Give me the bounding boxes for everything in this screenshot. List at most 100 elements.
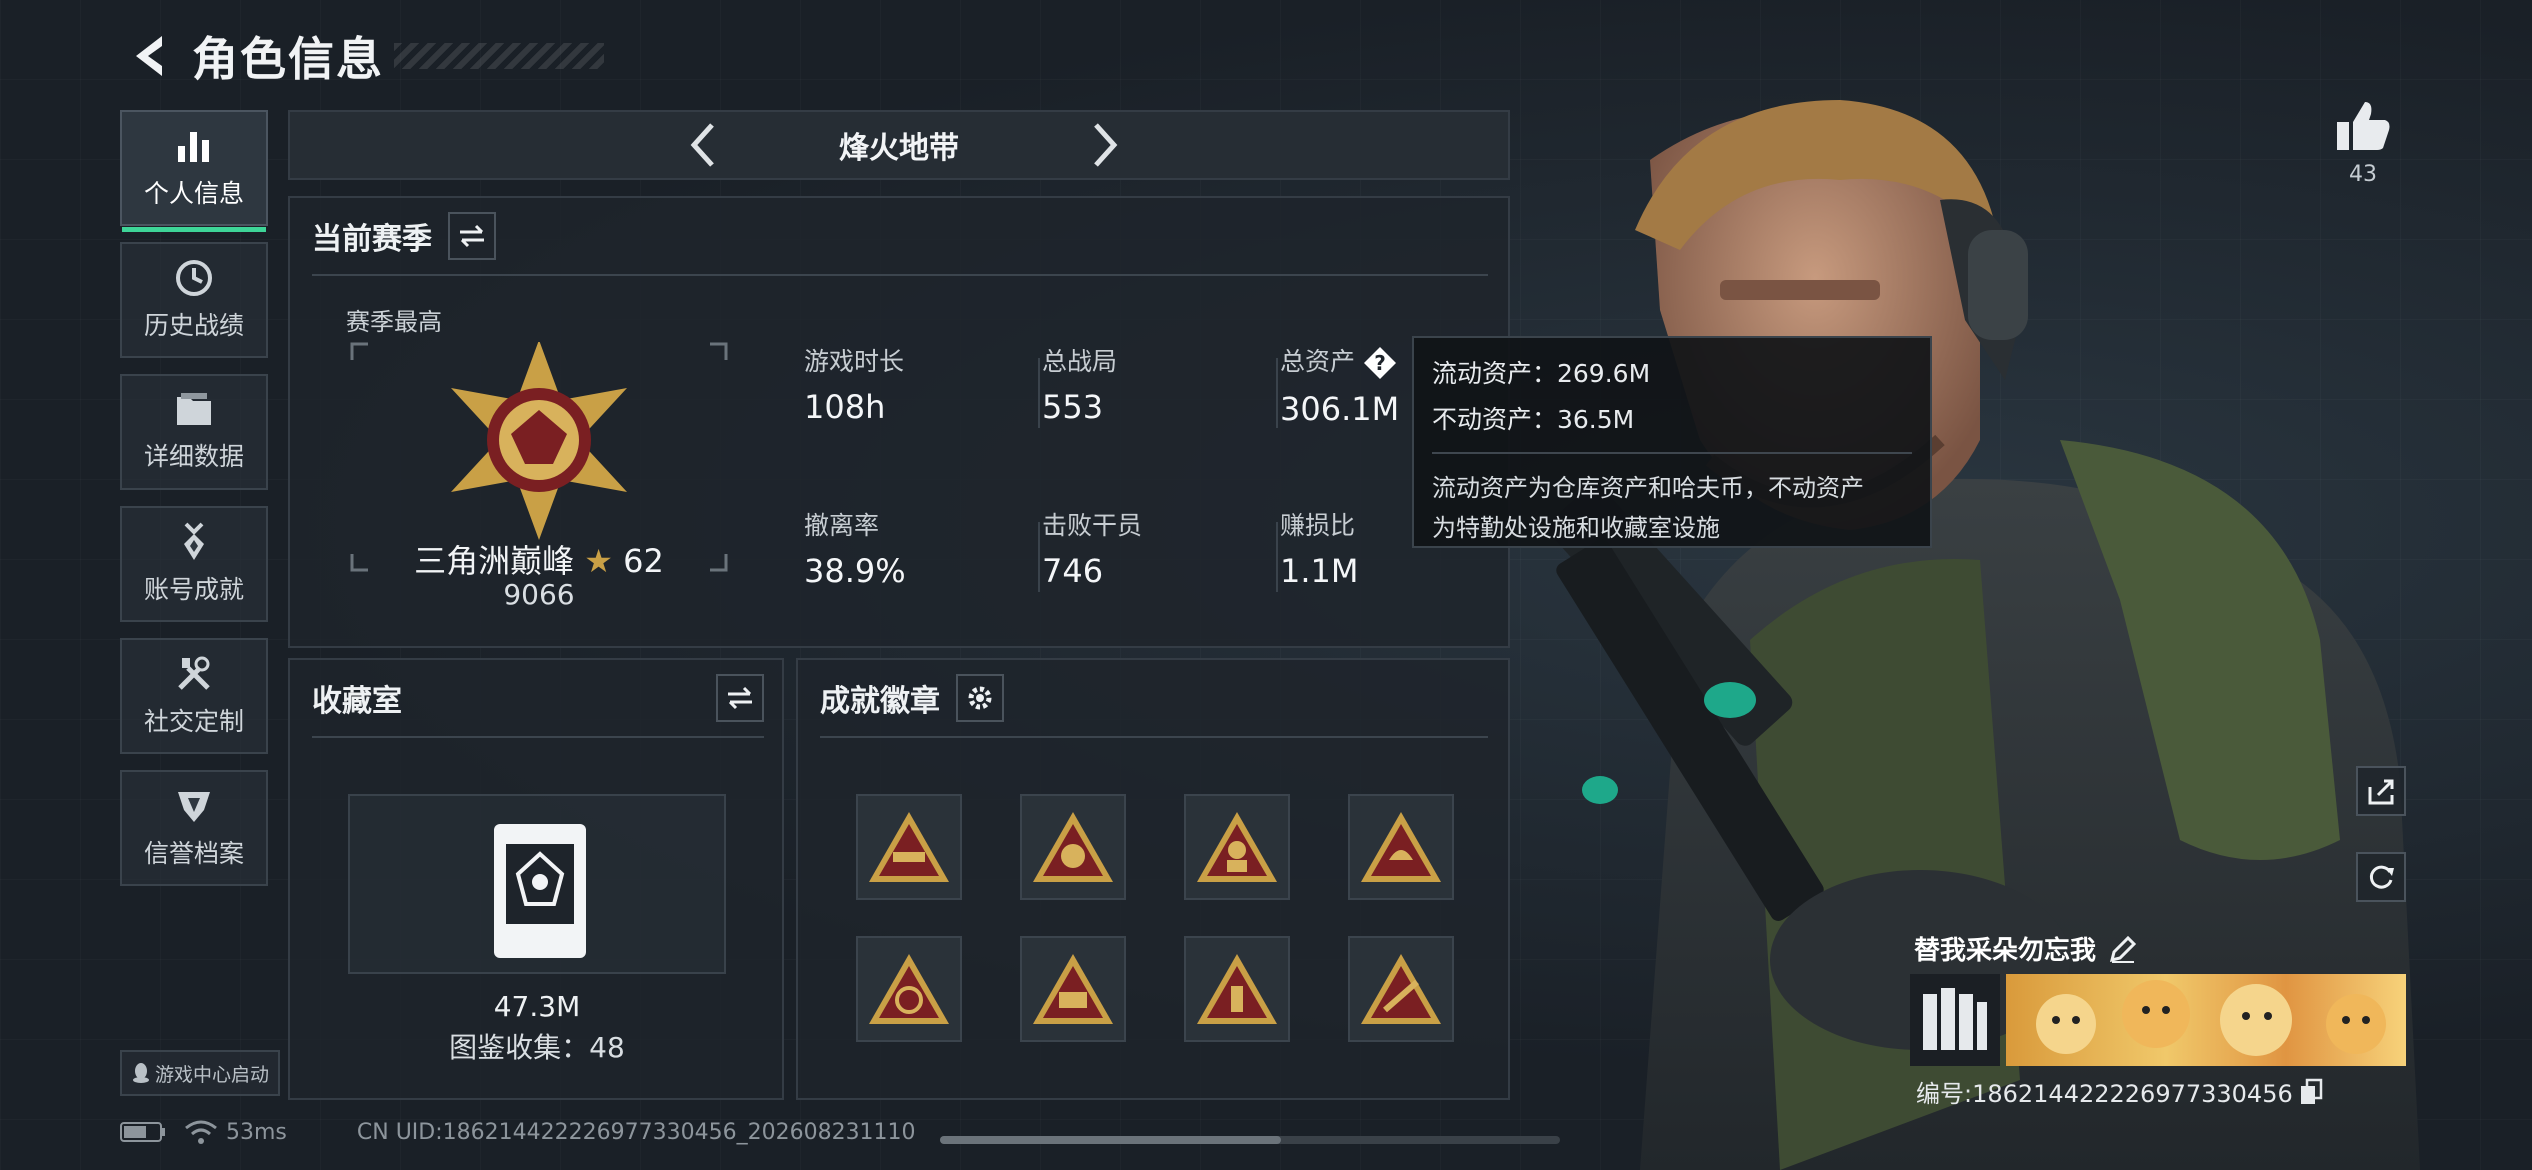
sidebar-item-label: 社交定制	[143, 707, 244, 736]
swap-icon	[460, 224, 484, 248]
badge-tank-icon[interactable]	[1020, 936, 1126, 1042]
sidebar-item-achievements[interactable]: 账号成就	[120, 506, 268, 622]
stat-value: 553	[1042, 388, 1104, 426]
launch-label: 游戏中心启动	[154, 1063, 269, 1086]
refresh-button[interactable]	[2356, 852, 2406, 902]
battery-icon	[120, 1122, 165, 1142]
stat-label: 撤离率	[804, 511, 880, 540]
uid-text: CN UID:186214422226977330456_20260823111…	[356, 1119, 916, 1145]
sidebar-item-social[interactable]: 社交定制	[120, 638, 268, 754]
like-button[interactable]: 43	[2330, 100, 2396, 187]
collection-title: 收藏室	[312, 684, 402, 719]
section-divider	[312, 274, 1488, 276]
badge-soldier-helmet-icon[interactable]	[1348, 794, 1454, 900]
sidebar-item-personal-info[interactable]: 个人信息	[120, 110, 268, 232]
mode-title: 烽火地带	[839, 131, 959, 166]
star-icon: ★	[584, 542, 613, 580]
bar-chart-icon	[178, 132, 209, 162]
season-header: 当前赛季	[312, 212, 496, 260]
copy-icon[interactable]	[2299, 1078, 2323, 1106]
rank-name-row: 三角洲巅峰 ★ 62	[350, 536, 728, 582]
display-case-icon	[494, 824, 586, 958]
sidebar-item-credit[interactable]: 信誉档案	[120, 770, 268, 886]
tools-icon	[178, 656, 210, 690]
stat-divider	[1276, 358, 1278, 428]
section-divider	[312, 736, 764, 738]
edit-icon[interactable]	[2108, 934, 2138, 964]
stat-play-time: 游戏时长 108h	[804, 342, 1004, 426]
sidebar-item-label: 个人信息	[143, 179, 244, 208]
stat-divider	[1038, 358, 1040, 428]
back-button[interactable]	[120, 26, 180, 86]
tooltip-desc-line1: 流动资产为仓库资产和哈夫币，不动资产	[1432, 474, 1864, 502]
tooltip-divider	[1432, 452, 1912, 454]
sidebar-item-label: 详细数据	[143, 442, 244, 471]
season-switch-button[interactable]	[448, 212, 496, 260]
collection-header: 收藏室	[312, 674, 764, 722]
refresh-icon	[2369, 865, 2394, 889]
team-logo	[1910, 974, 2000, 1066]
collection-preview	[348, 794, 726, 974]
sidebar-nav: 个人信息 历史战绩 详细数据 账号成就 社交定制 信誉档案	[120, 110, 270, 902]
title-decoration	[394, 43, 604, 69]
sidebar-item-label: 历史战绩	[143, 311, 244, 340]
badge-helicopter-icon[interactable]	[856, 794, 962, 900]
gear-icon	[968, 686, 992, 710]
claw-logo-icon	[1923, 988, 1987, 1050]
tooltip-fixed-assets: 不动资产：36.5M	[1432, 405, 1635, 434]
asset-tooltip: 流动资产：269.6M 不动资产：36.5M 流动资产为仓库资产和哈夫币，不动资…	[1412, 336, 1932, 548]
stat-divider	[1276, 522, 1278, 592]
sidebar-item-detail-data[interactable]: 详细数据	[120, 374, 268, 490]
rank-stars: 62	[623, 542, 664, 580]
share-button[interactable]	[2356, 766, 2406, 816]
stat-label: 游戏时长	[804, 347, 905, 376]
section-divider	[820, 736, 1488, 738]
top-bar: 角色信息	[120, 24, 604, 88]
sidebar-item-label: 账号成就	[143, 575, 244, 604]
collection-panel[interactable]: 收藏室 47.3M 图鉴收集：48	[288, 658, 784, 1100]
mode-next-button[interactable]	[1080, 120, 1130, 170]
tooltip-liquid-assets: 流动资产：269.6M	[1432, 359, 1651, 388]
badges-header: 成就徽章	[820, 674, 1004, 722]
mode-selector: 烽火地带	[288, 110, 1510, 180]
medal-icon	[184, 522, 204, 560]
progress-track	[940, 1136, 1560, 1144]
nickname: 替我采朵勿忘我	[1914, 936, 2097, 966]
page-title: 角色信息	[192, 32, 384, 86]
stat-operators-defeated: 击败干员 746	[1042, 506, 1242, 590]
badge-tower-icon[interactable]	[1184, 936, 1290, 1042]
stat-divider	[1038, 522, 1040, 592]
nickname-row: 替我采朵勿忘我	[1914, 930, 2138, 967]
rank-score: 9066	[503, 578, 575, 611]
collection-value: 47.3M	[493, 990, 581, 1023]
wifi-icon	[185, 1120, 217, 1144]
chevron-left-icon	[690, 123, 714, 167]
badge-soldier-icon[interactable]	[1184, 794, 1290, 900]
player-id-row: 编号:186214422226977330456	[1916, 1074, 2323, 1109]
folder-icon	[177, 393, 211, 425]
sidebar-item-label: 信誉档案	[143, 839, 244, 868]
badges-settings-button[interactable]	[956, 674, 1004, 722]
badge-globe-icon[interactable]	[1020, 794, 1126, 900]
tooltip-desc-line2: 为特勤处设施和收藏室设施	[1432, 514, 1720, 542]
badge-rifle-icon[interactable]	[1348, 936, 1454, 1042]
thumbs-up-icon	[2337, 102, 2390, 150]
collection-switch-button[interactable]	[716, 674, 764, 722]
badges-panel: 成就徽章	[796, 658, 1510, 1100]
stat-label: 总资产	[1280, 347, 1356, 376]
swap-icon	[728, 686, 752, 710]
badge-aircraft-icon[interactable]	[856, 936, 962, 1042]
share-icon	[2368, 779, 2394, 805]
stat-value: 108h	[804, 388, 886, 426]
profile-banner[interactable]	[1910, 974, 2406, 1066]
ping-value: 53ms	[226, 1119, 287, 1145]
season-title: 当前赛季	[312, 222, 432, 257]
stat-value: 38.9%	[804, 552, 906, 590]
back-arrow-icon	[136, 36, 162, 76]
help-icon[interactable]: ?	[1363, 346, 1397, 380]
mode-prev-button[interactable]	[678, 120, 728, 170]
banner-artwork	[2006, 974, 2406, 1066]
game-center-launch-tag: 游戏中心启动	[120, 1050, 280, 1096]
sidebar-item-history[interactable]: 历史战绩	[120, 242, 268, 358]
progress-fill	[940, 1136, 1281, 1144]
